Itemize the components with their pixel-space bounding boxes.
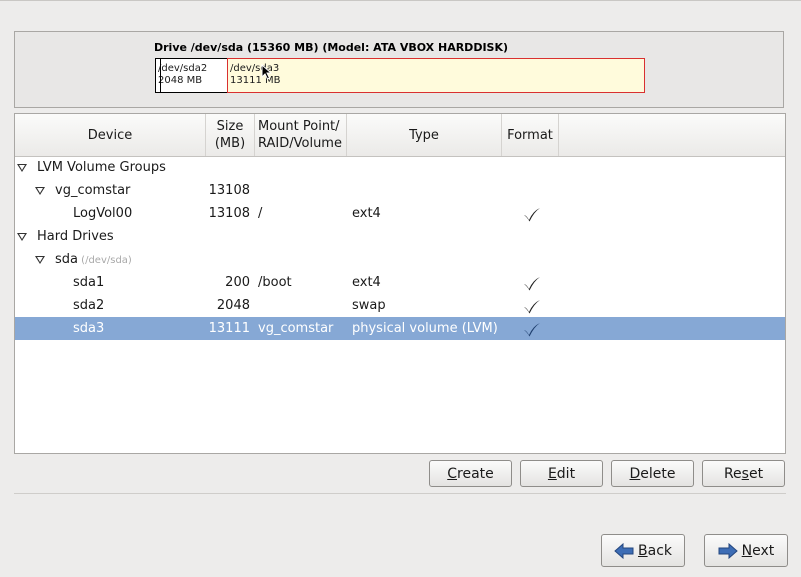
- edit-button[interactable]: Edit: [520, 460, 603, 487]
- expander-triangle-fill: [19, 165, 25, 170]
- tree-row[interactable]: sda2 2048 swap: [15, 294, 785, 317]
- cell-type: ext4: [352, 206, 381, 221]
- checkmark-icon: [524, 300, 540, 314]
- tree-header: Device Size (MB) Mount Point/ RAID/Volum…: [15, 114, 785, 157]
- device-label: Hard Drives: [37, 229, 114, 244]
- column-header-device[interactable]: Device: [15, 114, 206, 156]
- device-label: sda1: [73, 275, 105, 290]
- partition-segment-sda2[interactable]: /dev/sda2 2048 MB: [155, 58, 228, 93]
- window-top-edge: [0, 0, 801, 1]
- tree-row[interactable]: sda (/dev/sda): [15, 248, 785, 271]
- cell-format: [520, 225, 544, 248]
- cell-format: [520, 179, 544, 202]
- reset-button-label: Reset: [723, 465, 764, 482]
- cell-size: 13108: [208, 183, 250, 198]
- cell-type: ext4: [352, 275, 381, 290]
- back-button[interactable]: Back: [601, 534, 685, 567]
- device-label: sda2: [73, 298, 105, 313]
- cell-size: [205, 156, 250, 179]
- edit-button-label: Edit: [547, 465, 576, 482]
- cell-mount: vg_comstar: [258, 321, 334, 336]
- drive-title: Drive /dev/sda (15360 MB) (Model: ATA VB…: [154, 41, 509, 54]
- cell-type: physical volume (LVM): [352, 321, 498, 336]
- segment-size: 13111 MB: [230, 75, 281, 86]
- create-button-label: Create: [447, 465, 494, 482]
- back-button-label: Back: [638, 542, 672, 559]
- cell-format: [520, 248, 544, 271]
- cell-size: [205, 248, 250, 271]
- delete-button[interactable]: Delete: [611, 460, 694, 487]
- cell-size: 13111: [208, 321, 250, 336]
- tree-row[interactable]: LogVol00 13108 / ext4: [15, 202, 785, 225]
- delete-button-label: Delete: [629, 465, 676, 482]
- cell-format: [520, 271, 544, 294]
- device-label: sda3: [73, 321, 105, 336]
- column-header-size[interactable]: Size (MB): [206, 114, 255, 156]
- next-button[interactable]: Next: [704, 534, 788, 567]
- column-header-mount[interactable]: Mount Point/ RAID/Volume: [255, 114, 347, 156]
- tree-row[interactable]: sda3 13111 vg_comstar physical volume (LVM): [15, 317, 785, 340]
- checkmark-icon: [524, 323, 540, 337]
- cell-size: 13108: [208, 206, 250, 221]
- tree-row[interactable]: LVM Volume Groups: [15, 156, 785, 179]
- next-arrow-icon: [718, 542, 738, 559]
- column-header-format[interactable]: Format: [502, 114, 559, 156]
- cell-format: [520, 156, 544, 179]
- cell-mount: /: [258, 206, 263, 221]
- cell-format: [520, 202, 544, 225]
- tree-row[interactable]: vg_comstar 13108: [15, 179, 785, 202]
- segment-size: 2048 MB: [158, 75, 203, 86]
- cell-type: swap: [352, 298, 386, 313]
- device-label: vg_comstar: [55, 183, 131, 198]
- tree-row[interactable]: sda1 200/boot ext4: [15, 271, 785, 294]
- cell-format: [520, 317, 544, 340]
- device-path-hint: (/dev/sda): [78, 255, 132, 266]
- cell-mount: /boot: [258, 275, 292, 290]
- expander-triangle-fill: [37, 188, 43, 193]
- checkmark-icon: [524, 277, 540, 291]
- back-arrow-icon: [614, 542, 634, 559]
- next-button-label: Next: [741, 542, 775, 559]
- expander-triangle-fill: [19, 234, 25, 239]
- partition-segment-sda3[interactable]: /dev/sda3 13111 MB: [227, 58, 645, 93]
- separator: [14, 493, 786, 494]
- device-label: sda (/dev/sda): [55, 252, 132, 267]
- segment-name: /dev/sda2: [158, 63, 208, 74]
- device-label: LogVol00: [73, 206, 133, 221]
- segment-name: /dev/sda3: [230, 63, 280, 74]
- create-button[interactable]: Create: [429, 460, 512, 487]
- device-label: LVM Volume Groups: [37, 160, 166, 175]
- cell-format: [520, 294, 544, 317]
- tree-row[interactable]: Hard Drives: [15, 225, 785, 248]
- checkmark-icon: [524, 208, 540, 222]
- cell-size: [205, 225, 250, 248]
- device-tree[interactable]: Device Size (MB) Mount Point/ RAID/Volum…: [14, 113, 786, 454]
- column-header-type[interactable]: Type: [347, 114, 502, 156]
- cell-size: 200: [225, 275, 250, 290]
- drive-overview-panel: Drive /dev/sda (15360 MB) (Model: ATA VB…: [14, 31, 784, 108]
- cell-size: 2048: [216, 298, 250, 313]
- expander-triangle-fill: [37, 257, 43, 262]
- reset-button[interactable]: Reset: [702, 460, 785, 487]
